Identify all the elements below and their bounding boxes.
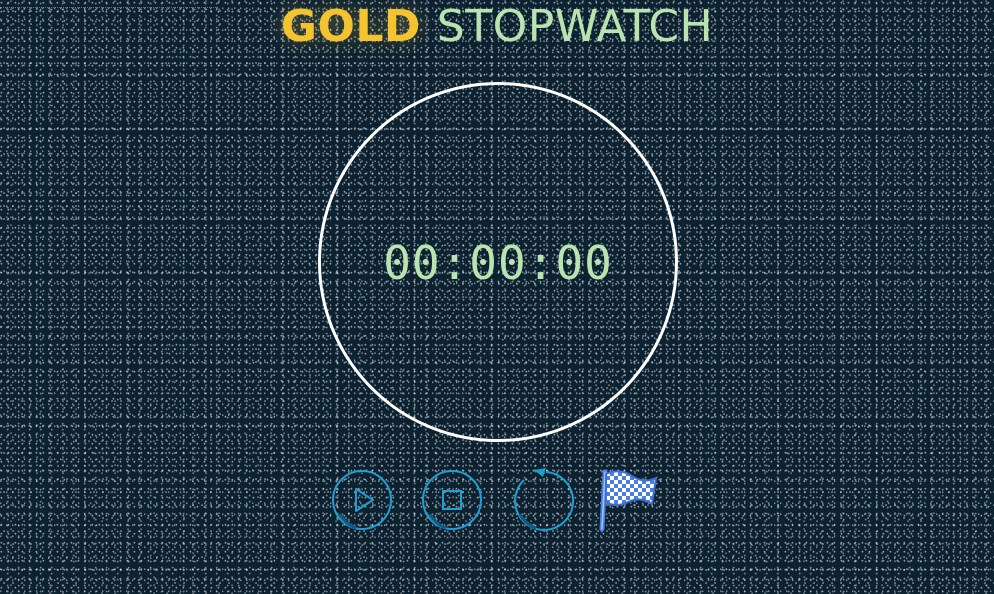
play-icon xyxy=(332,470,392,530)
controls-bar xyxy=(330,468,670,534)
play-button[interactable] xyxy=(330,468,394,532)
checkered-flag-icon xyxy=(599,469,657,532)
reset-icon xyxy=(514,468,574,531)
title-rest: STOPWATCH xyxy=(436,1,714,52)
stop-icon xyxy=(422,470,482,530)
reset-button[interactable] xyxy=(510,468,574,532)
lap-button[interactable] xyxy=(598,468,662,532)
stop-button[interactable] xyxy=(420,468,484,532)
page-title: GOLD STOPWATCH xyxy=(0,0,994,54)
timer-display: 00:00:00 xyxy=(383,236,613,290)
title-highlight: GOLD xyxy=(280,1,421,52)
